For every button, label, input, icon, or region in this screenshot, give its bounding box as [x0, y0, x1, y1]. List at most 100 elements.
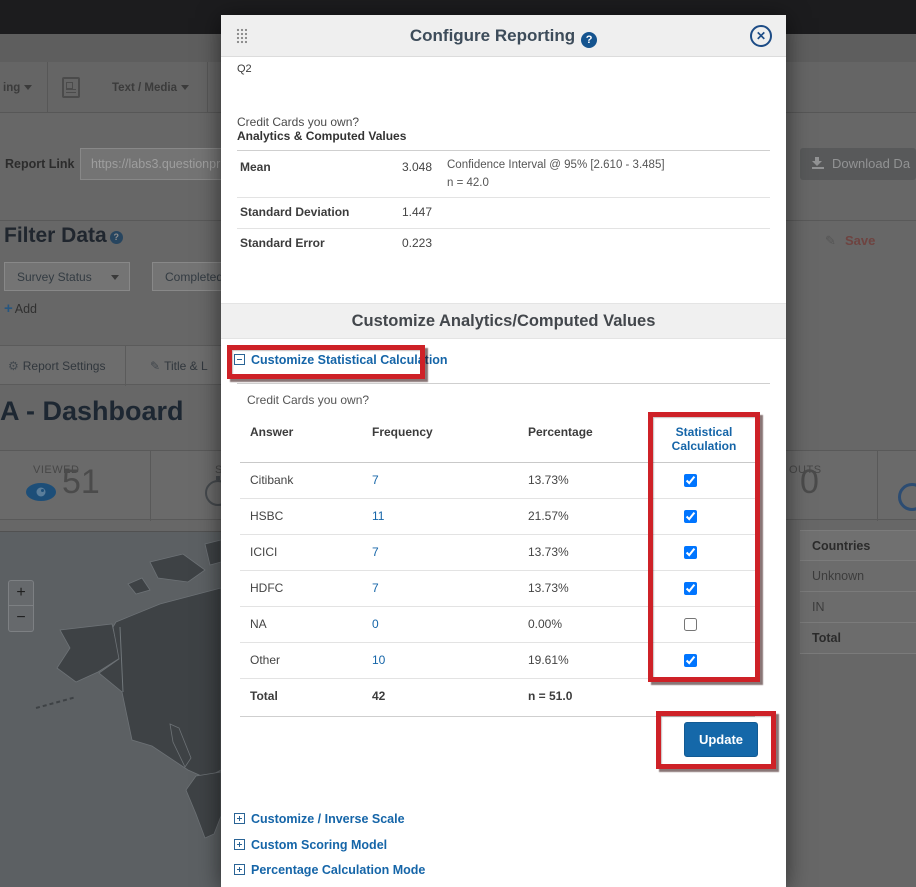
help-icon[interactable]: ? [110, 231, 123, 244]
column-header-frequency: Frequency [372, 425, 433, 439]
divider [240, 570, 755, 571]
completed-dropdown[interactable]: Completed [152, 262, 232, 291]
stat-separator [877, 451, 878, 521]
custom-scoring-model-link[interactable]: Custom Scoring Model [234, 838, 387, 852]
divider [237, 383, 770, 384]
chevron-down-icon [181, 85, 189, 90]
edit-icon: ✎ [825, 233, 836, 249]
toolbar-item-partial[interactable]: ing [3, 82, 32, 94]
answer-cell: Other [250, 653, 280, 667]
frequency-link[interactable]: 10 [372, 653, 385, 667]
map-zoom-out-button[interactable]: − [8, 606, 34, 632]
map-zoom-in-button[interactable]: + [8, 580, 34, 606]
column-header-statistical-calculation: Statistical Calculation [651, 425, 757, 453]
section-heading-text: Customize Analytics/Computed Values [221, 304, 786, 338]
add-label: Add [15, 302, 37, 316]
survey-status-dropdown[interactable]: Survey Status [4, 262, 130, 291]
statistical-calculation-checkbox[interactable] [684, 582, 697, 595]
percentage-cell: 13.73% [528, 581, 569, 595]
report-link-label: Report Link [5, 157, 74, 171]
countries-total-row: Total [800, 623, 916, 654]
table-row: IN [800, 592, 916, 623]
column-header-percentage: Percentage [528, 425, 593, 439]
link-label: Percentage Calculation Mode [251, 863, 425, 877]
plus-icon: + [4, 300, 13, 317]
gear-icon: ⚙ [8, 359, 19, 373]
statistical-calculation-checkbox[interactable] [684, 618, 697, 631]
tab-separator [125, 346, 126, 386]
save-link-label: Save [845, 233, 875, 248]
close-icon[interactable]: ✕ [750, 25, 772, 47]
tab-label: Title & L [164, 359, 208, 373]
chevron-down-icon [24, 85, 32, 90]
expand-plus-icon[interactable] [234, 813, 245, 824]
stat-value: 1.447 [321, 205, 432, 219]
statistical-calculation-checkbox[interactable] [684, 474, 697, 487]
configure-reporting-modal: Configure Reporting? ✕ Q2 Credit Cards y… [221, 15, 786, 887]
filter-data-title: Filter Data? [4, 224, 123, 248]
frequency-link[interactable]: 11 [372, 509, 384, 523]
divider [240, 606, 755, 607]
save-report-link[interactable]: ✎Save [845, 233, 875, 248]
link-label: Customize / Inverse Scale [251, 812, 405, 826]
divider [237, 228, 770, 229]
percentage-cell: 0.00% [528, 617, 562, 631]
link-label: Customize Statistical Calculation [251, 353, 448, 367]
table-row: Unknown [800, 561, 916, 592]
tab-report-settings[interactable]: ⚙Report Settings [8, 359, 105, 373]
stat-label: Standard Error [240, 236, 325, 250]
dropdown-value: Survey Status [17, 270, 92, 284]
frequency-link[interactable]: 7 [372, 473, 379, 487]
download-button-label: Download Da [832, 156, 910, 171]
answer-cell: ICICI [250, 545, 277, 559]
statistical-calculation-checkbox[interactable] [684, 654, 697, 667]
dropdown-value: Completed [165, 270, 223, 284]
divider [237, 150, 770, 151]
add-filter-link[interactable]: +Add [4, 300, 37, 317]
stat-note: Confidence Interval @ 95% [2.610 - 3.485… [447, 159, 665, 171]
download-data-button[interactable]: Download Da [800, 148, 916, 180]
update-button[interactable]: Update [684, 722, 758, 757]
expand-plus-icon[interactable] [234, 839, 245, 850]
statistical-calculation-checkbox[interactable] [684, 510, 697, 523]
percentage-cell: 19.61% [528, 653, 569, 667]
chevron-down-icon [111, 275, 119, 280]
settings-tabs: ⚙Report Settings ✎ Title & L [0, 345, 221, 385]
help-icon[interactable]: ? [581, 32, 597, 48]
toolbar-item-label: ing [3, 82, 20, 94]
percentage-calculation-mode-link[interactable]: Percentage Calculation Mode [234, 863, 425, 877]
divider [240, 678, 755, 679]
toolbar-separator [207, 62, 208, 113]
table-question-text: Credit Cards you own? [247, 393, 369, 407]
answer-cell: Citibank [250, 473, 293, 487]
report-link-input[interactable]: https://labs3.questionpr [80, 148, 230, 180]
toolbar-item-text-media[interactable]: Text / Media [112, 82, 189, 94]
collapse-minus-icon[interactable] [234, 354, 245, 365]
percentage-cell: 21.57% [528, 509, 569, 523]
viewed-value: 51 [62, 463, 100, 502]
customize-statistical-calculation-link[interactable]: Customize Statistical Calculation [234, 353, 448, 367]
divider [240, 462, 755, 463]
answer-cell: HSBC [250, 509, 283, 523]
total-label: Total [250, 689, 278, 703]
percentage-cell: 13.73% [528, 473, 569, 487]
tab-title-layout[interactable]: ✎ Title & L [150, 359, 208, 373]
world-map[interactable]: + − [0, 531, 221, 887]
question-text: Credit Cards you own? [237, 115, 359, 129]
edit-icon: ✎ [150, 359, 160, 373]
percentage-cell: 13.73% [528, 545, 569, 559]
download-icon-bar [812, 167, 824, 169]
frequency-link[interactable]: 7 [372, 545, 379, 559]
stat-separator [150, 451, 151, 521]
divider [240, 716, 755, 717]
dashboard-title: A - Dashboard [0, 396, 184, 427]
statistical-calculation-checkbox[interactable] [684, 546, 697, 559]
frequency-link[interactable]: 7 [372, 581, 379, 595]
customize-inverse-scale-link[interactable]: Customize / Inverse Scale [234, 812, 405, 826]
expand-plus-icon[interactable] [234, 864, 245, 875]
frequency-link[interactable]: 0 [372, 617, 379, 631]
text-media-icon [62, 77, 80, 98]
toolbar-separator [47, 62, 48, 113]
divider [237, 197, 770, 198]
question-code: Q2 [237, 63, 252, 75]
